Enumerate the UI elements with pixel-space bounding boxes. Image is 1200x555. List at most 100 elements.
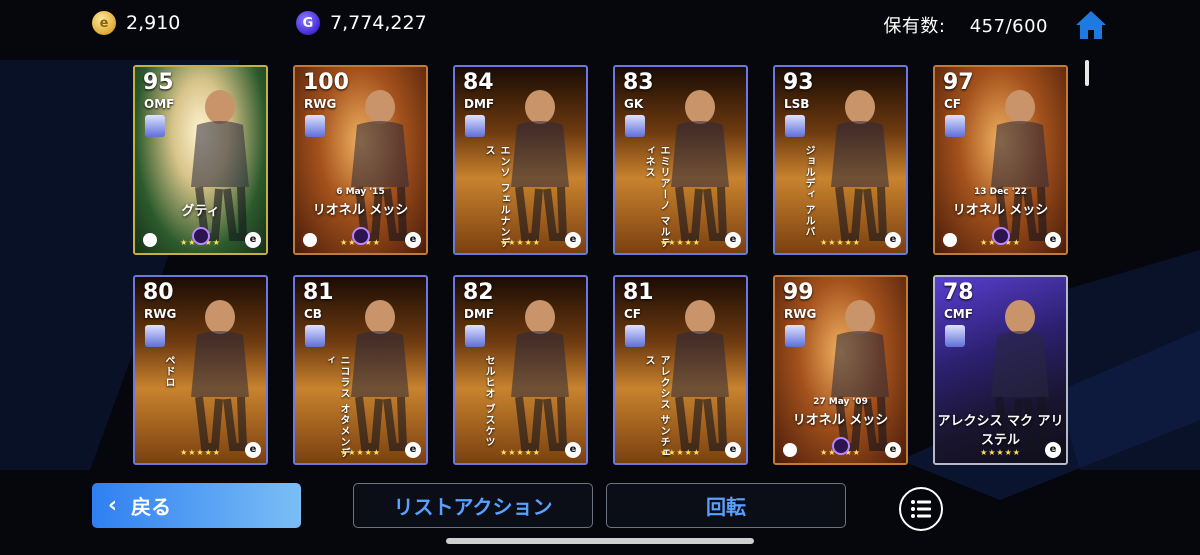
list-icon[interactable] [899,487,943,531]
club-badge-icon [945,115,965,137]
card-position: CF [624,307,642,321]
gp-icon: G [296,11,320,35]
epic-badge-icon [191,227,210,245]
club-badge-icon [145,325,165,347]
player-card[interactable]: 83 GK エミリアーノ マルティネス ★★★★★ e [613,65,748,255]
efootball-icon: e [1045,232,1061,248]
card-position: CB [304,307,322,321]
boot-icon [943,233,957,247]
card-date: 6 May '15 [336,187,385,197]
epic-badge-icon [351,227,370,245]
card-player-name: ジョルディ アルバ [803,145,814,238]
epic-badge-icon [831,437,850,455]
card-date: 13 Dec '22 [974,187,1027,197]
card-position: CMF [944,307,973,321]
card-player-name: エンソ フェルナンデス [483,145,509,249]
player-image [511,300,569,451]
card-player-name: グティ [181,204,220,219]
player-image [671,90,729,241]
player-image [831,90,889,241]
chevron-left-icon: ‹ [108,493,118,518]
efootball-icon: e [245,442,261,458]
boot-icon [783,443,797,457]
card-position: RWG [144,307,177,321]
player-card[interactable]: 97CFリオネル メッシ13 Dec '22★★★★★e [933,65,1068,255]
card-rating: 80 [143,280,174,305]
list-action-button[interactable]: リストアクション [353,483,593,528]
efootball-icon: e [885,232,901,248]
card-player-name: アレクシス マク アリステル [937,414,1064,448]
holdings-label: 保有数: [883,16,946,37]
e-coin-icon: e [92,11,116,35]
player-image [671,300,729,451]
home-indicator [446,538,754,544]
player-card[interactable]: 80 RWG ペドロ ★★★★★ e [133,275,268,465]
efootball-icon: e [885,442,901,458]
holdings: 保有数: 457/600 [883,12,1048,38]
card-rating: 93 [783,70,814,95]
player-image [351,300,409,451]
card-rating: 95 [143,70,174,95]
efootball-icon: e [405,232,421,248]
home-icon[interactable] [1074,8,1108,42]
card-rating: 83 [623,70,654,95]
efootball-icon: e [405,442,421,458]
card-player-name: リオネル メッシ [312,203,409,218]
rotate-label: 回転 [706,495,746,519]
card-rating: 78 [943,280,974,305]
player-card[interactable]: 78 CMF アレクシス マク アリステル ★★★★★ e [933,275,1068,465]
card-player-name: セルヒオ ブスケツ [483,355,494,448]
gp-counter: G 7,774,227 [296,11,427,35]
holdings-value: 457/600 [969,16,1048,37]
rotate-button[interactable]: 回転 [606,483,846,528]
card-position: DMF [464,97,495,111]
club-badge-icon [305,325,325,347]
card-date: 27 May '09 [813,397,868,407]
player-card[interactable]: 100RWGリオネル メッシ6 May '15★★★★★e [293,65,428,255]
epic-badge-icon [991,227,1010,245]
card-position: GK [624,97,644,111]
scrollbar-thumb[interactable] [1085,60,1089,86]
card-position: DMF [464,307,495,321]
list-icon-glyph [911,500,931,518]
card-player-name: リオネル メッシ [792,413,889,428]
card-player-name: リオネル メッシ [952,203,1049,218]
club-badge-icon [625,325,645,347]
coin-amount: 2,910 [126,12,181,34]
back-button-label: 戻る [131,495,172,519]
efootball-icon: e [1045,442,1061,458]
card-rating: 82 [463,280,494,305]
player-card[interactable]: 82 DMF セルヒオ ブスケツ ★★★★★ e [453,275,588,465]
club-badge-icon [145,115,165,137]
club-badge-icon [625,115,645,137]
card-position: RWG [784,307,817,321]
list-action-label: リストアクション [393,495,553,519]
club-badge-icon [465,325,485,347]
card-player-name: エミリアーノ マルティネス [643,145,669,249]
card-rating: 97 [943,70,974,95]
player-card[interactable]: 81 CB ニコラス オタメンディ ★★★★★ e [293,275,428,465]
card-rating: 81 [303,280,334,305]
player-card[interactable]: 93 LSB ジョルディ アルバ ★★★★★ e [773,65,908,255]
card-position: LSB [784,97,810,111]
efootball-icon: e [725,232,741,248]
club-badge-icon [465,115,485,137]
player-card[interactable]: 84 DMF エンソ フェルナンデス ★★★★★ e [453,65,588,255]
back-button[interactable]: ‹ 戻る [92,483,301,528]
player-card[interactable]: 95OMFグティ★★★★★e [133,65,268,255]
top-bar: e 2,910 G 7,774,227 保有数: 457/600 [0,0,1200,46]
card-rating: 99 [783,280,814,305]
card-position: RWG [304,97,337,111]
efootball-icon: e [565,442,581,458]
efootball-icon: e [725,442,741,458]
player-card[interactable]: 99RWGリオネル メッシ27 May '09★★★★★e [773,275,908,465]
club-badge-icon [945,325,965,347]
player-image [511,90,569,241]
player-image [191,300,249,451]
gp-amount: 7,774,227 [330,12,427,34]
card-player-name: ペドロ [163,355,174,388]
card-player-name: アレクシス サンチェス [643,355,669,459]
club-badge-icon [785,325,805,347]
player-card[interactable]: 81 CF アレクシス サンチェス ★★★★★ e [613,275,748,465]
card-rating: 100 [303,70,349,95]
